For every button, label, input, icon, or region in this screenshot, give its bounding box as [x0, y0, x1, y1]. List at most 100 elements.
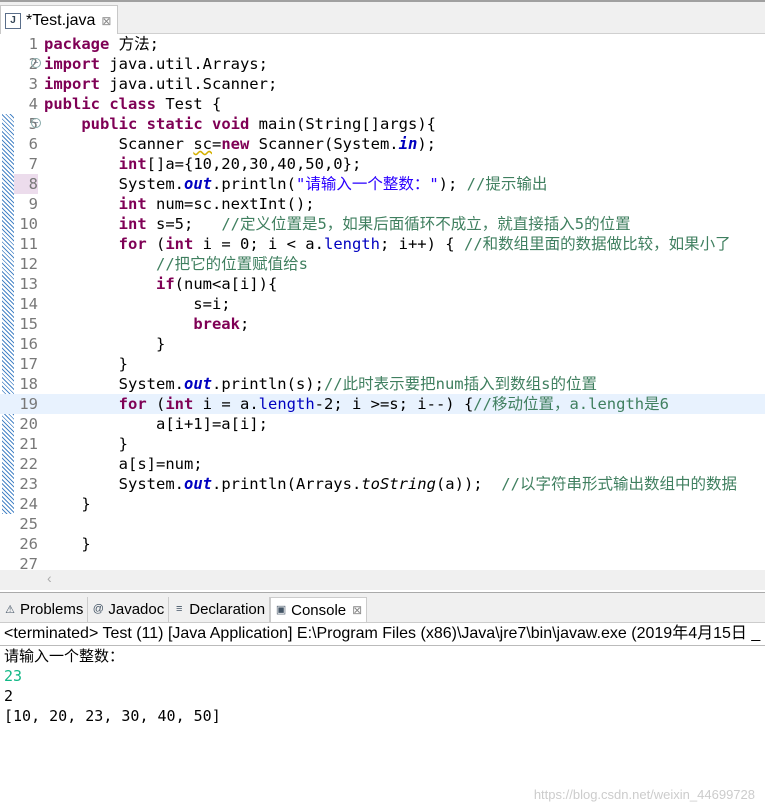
line-number: 25: [19, 515, 38, 533]
code-line[interactable]: 14 s=i;: [0, 294, 765, 314]
code-text: Scanner sc=new Scanner(System.in);: [44, 134, 436, 154]
tab-problems[interactable]: ⚠ Problems: [0, 597, 89, 622]
code-token: .println(: [211, 175, 296, 193]
java-file-icon: J: [5, 13, 21, 29]
code-text: s=i;: [44, 294, 230, 314]
code-line[interactable]: 22 a[s]=num;: [0, 454, 765, 474]
code-line[interactable]: 6 Scanner sc=new Scanner(System.in);: [0, 134, 765, 154]
code-line[interactable]: 21 }: [0, 434, 765, 454]
code-token: =: [211, 135, 222, 153]
code-token: public: [44, 95, 100, 113]
code-line[interactable]: 1 package 方法;: [0, 34, 765, 54]
line-number: 16: [19, 335, 38, 353]
code-token: for: [118, 395, 147, 413]
code-line[interactable]: 9 int num=sc.nextInt();: [0, 194, 765, 214]
code-token: Scanner: [44, 135, 194, 153]
code-line[interactable]: 15 break;: [0, 314, 765, 334]
code-token: import: [44, 75, 100, 93]
code-line[interactable]: 10 int s=5; //定义位置是5，如果后面循环不成立，就直接插入5的位置: [0, 214, 765, 234]
code-token: (: [146, 235, 166, 253]
line-number: 20: [19, 415, 38, 433]
tab-label: Console: [291, 601, 347, 619]
code-line[interactable]: 20 a[i+1]=a[i];: [0, 414, 765, 434]
line-number: 18: [19, 375, 38, 393]
code-token: s=5;: [146, 215, 222, 233]
line-number: 17: [19, 355, 38, 373]
code-text: for (int i = a.length-2; i >=s; i--) {//…: [44, 394, 669, 414]
code-text: import java.util.Scanner;: [44, 74, 277, 94]
tab-javadoc[interactable]: @ Javadoc: [88, 597, 170, 622]
code-line[interactable]: 4 public class Test {: [0, 94, 765, 114]
code-line[interactable]: 18 System.out.println(s);//此时表示要把num插入到数…: [0, 374, 765, 394]
code-token: //此时表示要把num插入到数组s的位置: [323, 375, 597, 393]
code-token: }: [44, 435, 128, 453]
code-text: }: [44, 334, 165, 354]
code-token: toString: [361, 475, 436, 493]
editor-tab-title: *Test.java: [26, 12, 96, 29]
code-token: //把它的位置赋值给s: [155, 255, 308, 273]
code-line[interactable]: 19 for (int i = a.length-2; i >=s; i--) …: [0, 394, 765, 414]
code-line[interactable]: 25: [0, 514, 765, 534]
code-text: public static void main(String[]args){: [44, 114, 436, 134]
line-number: 6: [28, 135, 38, 153]
code-text: }: [44, 434, 128, 454]
code-line[interactable]: 3 import java.util.Scanner;: [0, 74, 765, 94]
code-text: System.out.println(Arrays.toString(a)); …: [44, 474, 737, 494]
code-line[interactable]: 23 System.out.println(Arrays.toString(a)…: [0, 474, 765, 494]
code-token: );: [417, 135, 436, 153]
code-editor[interactable]: 1 package 方法; 2− import java.util.Arrays; 3 i…: [0, 34, 765, 573]
code-line[interactable]: 12 //把它的位置赋值给s: [0, 254, 765, 274]
console-line: 2: [4, 687, 14, 705]
code-line[interactable]: 13 if(num<a[i]){: [0, 274, 765, 294]
code-line[interactable]: 8 System.out.println("请输入一个整数："); //提示输出: [0, 174, 765, 194]
code-line[interactable]: 11 for (int i = 0; i < a.length; i++) { …: [0, 234, 765, 254]
code-token: new: [221, 135, 250, 153]
code-line[interactable]: 26 }: [0, 534, 765, 554]
code-line[interactable]: 5− public static void main(String[]args)…: [0, 114, 765, 134]
code-text: package 方法;: [44, 34, 159, 54]
code-token: int: [118, 215, 147, 233]
code-line[interactable]: 2− import java.util.Arrays;: [0, 54, 765, 74]
code-token: .println(Arrays.: [211, 475, 362, 493]
line-number: 10: [19, 215, 38, 233]
code-token: ; i++) {: [379, 235, 464, 253]
code-line[interactable]: 17 }: [0, 354, 765, 374]
editor-tab-bar: J *Test.java ⊠: [0, 0, 765, 36]
code-token: System.: [44, 375, 184, 393]
line-number: 1: [28, 35, 38, 53]
code-token: main(String[]args){: [249, 115, 436, 133]
code-token: }: [44, 535, 91, 553]
close-tab-icon[interactable]: ⊠: [352, 603, 362, 617]
code-token: }: [44, 355, 128, 373]
line-number: 3: [28, 75, 38, 93]
line-number: 4: [28, 95, 38, 113]
code-token: sc: [193, 135, 212, 153]
code-token: out: [183, 175, 212, 193]
at-icon: @: [92, 602, 104, 615]
scroll-left-icon[interactable]: ‹: [47, 570, 52, 586]
fold-toggle-icon[interactable]: −: [31, 58, 41, 68]
tab-label: Declaration: [189, 601, 266, 618]
editor-tab-test-java[interactable]: J *Test.java ⊠: [0, 5, 118, 36]
declaration-icon: ≡: [176, 602, 183, 615]
code-token: }: [44, 495, 91, 513]
tab-console[interactable]: ▣ Console ⊠: [270, 597, 368, 622]
tab-declaration[interactable]: ≡ Declaration: [169, 597, 271, 622]
line-number: 21: [19, 435, 38, 453]
code-line[interactable]: 7 int[]a={10,20,30,40,50,0};: [0, 154, 765, 174]
code-token: ;: [239, 315, 250, 333]
code-text: }: [44, 534, 91, 554]
line-number: 22: [19, 455, 38, 473]
code-line[interactable]: 24 }: [0, 494, 765, 514]
code-token: num=sc.nextInt();: [146, 195, 315, 213]
line-number: 7: [28, 155, 38, 173]
horizontal-scrollbar[interactable]: ‹: [0, 570, 765, 590]
code-token: int: [165, 235, 194, 253]
code-line[interactable]: 16 }: [0, 334, 765, 354]
fold-toggle-icon[interactable]: −: [31, 118, 41, 128]
close-tab-icon[interactable]: ⊠: [101, 14, 111, 28]
